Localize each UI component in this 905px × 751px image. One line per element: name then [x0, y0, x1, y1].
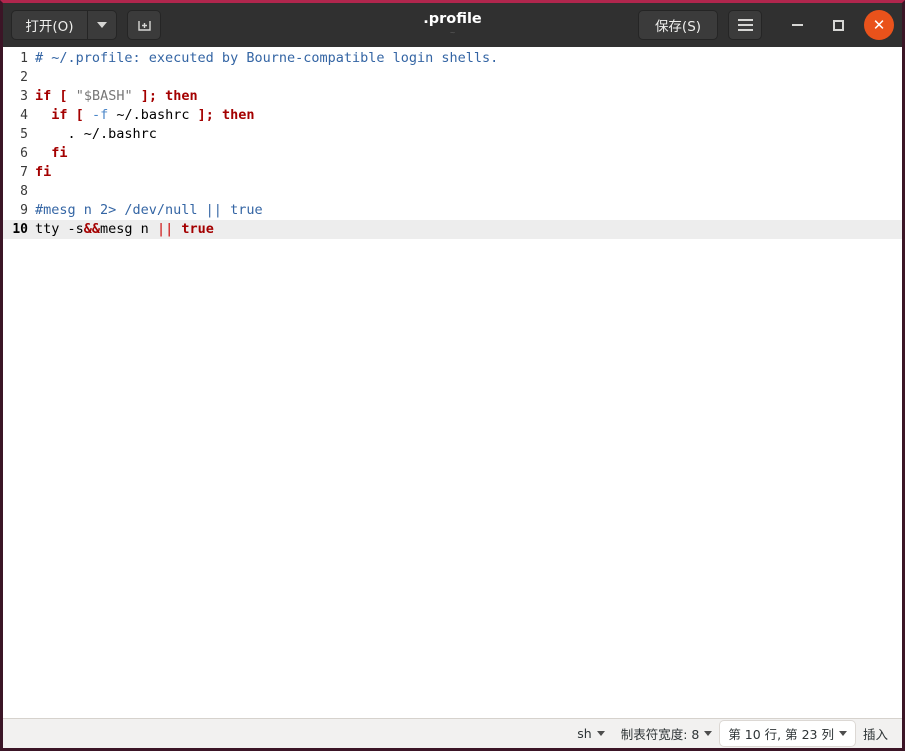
- chevron-down-icon: [597, 731, 605, 736]
- code-line-text: [33, 182, 902, 201]
- new-document-icon: [136, 17, 153, 34]
- code-lines-container[interactable]: 1# ~/.profile: executed by Bourne-compat…: [3, 47, 902, 718]
- code-line[interactable]: 5 . ~/.bashrc: [3, 125, 902, 144]
- code-line-text: . ~/.bashrc: [33, 125, 902, 144]
- code-token: -f: [92, 107, 108, 123]
- code-line[interactable]: 10tty -s&&mesg n || true: [3, 220, 902, 239]
- insert-mode-label: 插入: [855, 721, 896, 746]
- code-token: #mesg n 2> /dev/null || true: [35, 202, 263, 218]
- maximize-icon: [833, 20, 844, 31]
- header-right-controls: 保存(S) ✕: [638, 10, 894, 40]
- code-token: if: [35, 88, 51, 104]
- code-line-text: fi: [33, 144, 902, 163]
- code-token: ||: [157, 221, 173, 237]
- editor-area[interactable]: 1# ~/.profile: executed by Bourne-compat…: [3, 47, 902, 718]
- code-token: [133, 88, 141, 104]
- cursor-position-selector[interactable]: 第 10 行, 第 23 列: [720, 721, 855, 746]
- code-token: [: [59, 88, 67, 104]
- code-token: ~/.bashrc: [108, 107, 197, 123]
- window-title: .profile: [423, 12, 482, 28]
- code-token: [35, 145, 51, 161]
- code-token: ];: [141, 88, 157, 104]
- code-token: tty -s: [35, 221, 84, 237]
- maximize-button[interactable]: [823, 10, 853, 40]
- code-line-text: #mesg n 2> /dev/null || true: [33, 201, 902, 220]
- close-button[interactable]: ✕: [864, 10, 894, 40]
- chevron-down-icon: [97, 22, 107, 28]
- code-line[interactable]: 2: [3, 68, 902, 87]
- code-token: # ~/.profile: executed by Bourne-compati…: [35, 50, 498, 66]
- code-token: fi: [51, 145, 67, 161]
- code-line-text: if [ -f ~/.bashrc ]; then: [33, 106, 902, 125]
- chevron-down-icon: [704, 731, 712, 736]
- line-number: 8: [3, 182, 33, 201]
- code-token: [: [76, 107, 84, 123]
- window-subtitle: ~: [450, 30, 456, 38]
- header-bar: 打开(O) .profile ~ 保存(S): [3, 3, 902, 47]
- code-line[interactable]: 3if [ "$BASH" ]; then: [3, 87, 902, 106]
- code-token: [214, 107, 222, 123]
- tab-width-label: 制表符宽度: 8: [621, 724, 700, 743]
- code-token: "$BASH": [76, 88, 133, 104]
- minimize-icon: [792, 24, 803, 26]
- code-line[interactable]: 8: [3, 182, 902, 201]
- line-number: 4: [3, 106, 33, 125]
- line-number: 6: [3, 144, 33, 163]
- code-token: then: [165, 88, 198, 104]
- code-token: [68, 88, 76, 104]
- code-token: &&: [84, 221, 100, 237]
- line-number: 1: [3, 49, 33, 68]
- open-recent-dropdown-button[interactable]: [87, 10, 117, 40]
- code-line[interactable]: 7fi: [3, 163, 902, 182]
- line-number: 5: [3, 125, 33, 144]
- minimize-button[interactable]: [782, 10, 812, 40]
- code-line-text: tty -s&&mesg n || true: [33, 220, 902, 239]
- code-line-text: fi: [33, 163, 902, 182]
- code-token: fi: [35, 164, 51, 180]
- code-token: [68, 107, 76, 123]
- save-button[interactable]: 保存(S): [638, 10, 718, 40]
- code-token: [157, 88, 165, 104]
- code-line[interactable]: 6 fi: [3, 144, 902, 163]
- tab-width-selector[interactable]: 制表符宽度: 8: [613, 721, 721, 746]
- cursor-position-label: 第 10 行, 第 23 列: [728, 724, 834, 743]
- code-line[interactable]: 9#mesg n 2> /dev/null || true: [3, 201, 902, 220]
- code-token: then: [222, 107, 255, 123]
- status-bar: sh 制表符宽度: 8 第 10 行, 第 23 列 插入: [3, 718, 902, 748]
- code-line[interactable]: 4 if [ -f ~/.bashrc ]; then: [3, 106, 902, 125]
- hamburger-menu-icon: [738, 19, 753, 31]
- code-line-text: # ~/.profile: executed by Bourne-compati…: [33, 49, 902, 68]
- open-button[interactable]: 打开(O): [11, 10, 87, 40]
- code-token: [35, 107, 51, 123]
- main-menu-button[interactable]: [728, 10, 762, 40]
- line-number: 7: [3, 163, 33, 182]
- close-icon: ✕: [873, 18, 886, 33]
- code-token: ];: [198, 107, 214, 123]
- code-token: true: [181, 221, 214, 237]
- code-token: mesg n: [100, 221, 157, 237]
- code-token: [84, 107, 92, 123]
- code-line-text: if [ "$BASH" ]; then: [33, 87, 902, 106]
- line-number: 2: [3, 68, 33, 87]
- language-mode-label: sh: [577, 726, 591, 741]
- text-editor-window: 打开(O) .profile ~ 保存(S): [0, 0, 905, 751]
- code-line-text: [33, 68, 902, 87]
- chevron-down-icon: [839, 731, 847, 736]
- line-number: 3: [3, 87, 33, 106]
- code-line[interactable]: 1# ~/.profile: executed by Bourne-compat…: [3, 49, 902, 68]
- header-left-controls: 打开(O): [11, 10, 161, 40]
- line-number: 9: [3, 201, 33, 220]
- line-number: 10: [3, 220, 33, 239]
- code-token: . ~/.bashrc: [35, 126, 157, 142]
- code-token: if: [51, 107, 67, 123]
- language-mode-selector[interactable]: sh: [569, 723, 612, 744]
- new-document-button[interactable]: [127, 10, 161, 40]
